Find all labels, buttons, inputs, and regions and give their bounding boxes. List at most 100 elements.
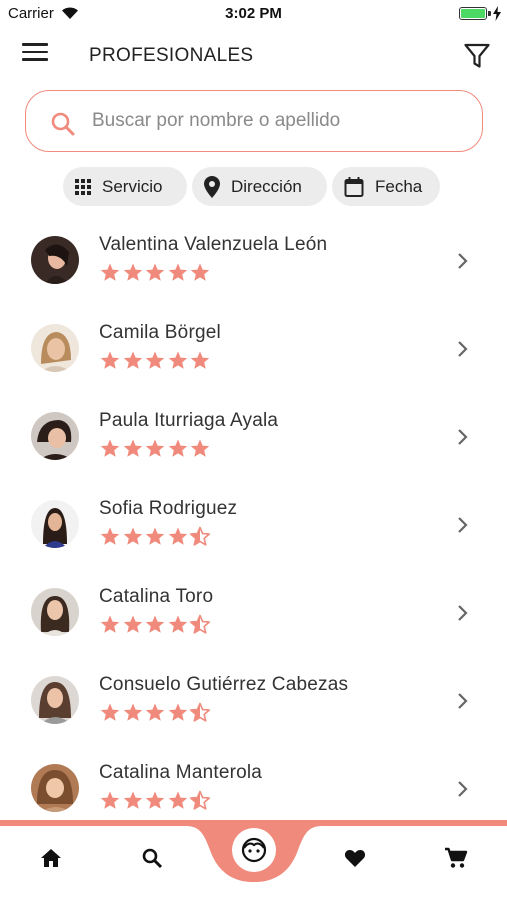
avatar [31, 324, 79, 372]
star-icon [123, 703, 142, 721]
grid-apps-icon [75, 178, 91, 195]
location-pin-icon [204, 175, 220, 198]
star-rating [99, 790, 212, 810]
star-icon [191, 439, 210, 457]
star-icon [168, 791, 187, 809]
avatar [31, 588, 79, 636]
star-icon [100, 527, 120, 545]
professional-row[interactable]: Catalina Toro [0, 568, 507, 656]
star-icon [100, 615, 120, 633]
star-rating [99, 702, 212, 722]
chevron-right-icon [458, 341, 468, 357]
status-time: 3:02 PM [225, 5, 282, 22]
search-icon [142, 848, 163, 869]
professional-name: Consuelo Gutiérrez Cabezas [99, 674, 349, 695]
star-icon [145, 791, 165, 809]
filter-chip-label: Dirección [231, 176, 302, 196]
chevron-right-icon [458, 781, 468, 797]
filter-chip-fecha[interactable]: Fecha [332, 167, 440, 206]
search-icon [51, 112, 75, 136]
star-icon [145, 439, 165, 457]
professional-row[interactable]: Sofia Rodriguez [0, 480, 507, 568]
calendar-icon [344, 176, 364, 197]
home-icon [41, 849, 61, 867]
battery-icon [459, 7, 487, 20]
nav-profile[interactable] [232, 828, 276, 872]
star-icon [168, 615, 187, 633]
face-icon [241, 837, 267, 863]
star-icon [168, 351, 187, 369]
star-icon [145, 615, 165, 633]
star-rating [99, 614, 212, 634]
star-icon [100, 263, 120, 281]
star-rating [99, 350, 212, 370]
star-icon [100, 791, 120, 809]
star-icon [123, 527, 142, 545]
chevron-right-icon [458, 517, 468, 533]
professional-name: Catalina Toro [99, 586, 214, 607]
professional-row[interactable]: Catalina Manterola [0, 744, 507, 832]
professional-name: Catalina Manterola [99, 762, 263, 783]
professional-name: Valentina Valenzuela León [99, 234, 328, 255]
avatar [31, 764, 79, 812]
chevron-right-icon [458, 253, 468, 269]
star-half-icon [190, 702, 211, 722]
nav-home[interactable] [33, 840, 69, 876]
avatar [31, 500, 79, 548]
star-icon [168, 263, 187, 281]
star-icon [191, 351, 210, 369]
star-half-icon [190, 790, 211, 810]
app-header: PROFESIONALES [0, 30, 507, 80]
professional-row[interactable]: Paula Iturriaga Ayala [0, 392, 507, 480]
star-icon [191, 263, 210, 281]
star-half-icon [190, 526, 211, 546]
charging-bolt-icon [493, 6, 501, 21]
professional-row[interactable]: Camila Börgel [0, 304, 507, 392]
star-rating [99, 438, 212, 458]
filter-chip-servicio[interactable]: Servicio [63, 167, 187, 206]
star-icon [168, 439, 187, 457]
star-half-icon [190, 614, 211, 634]
star-icon [100, 351, 120, 369]
nav-favorites[interactable] [337, 840, 373, 876]
chevron-right-icon [458, 605, 468, 621]
star-icon [145, 263, 165, 281]
star-icon [123, 439, 142, 457]
hamburger-menu-icon[interactable] [22, 43, 48, 67]
battery-tip [488, 11, 491, 16]
search-input[interactable] [92, 105, 462, 137]
star-icon [100, 439, 120, 457]
filter-chip-label: Fecha [375, 176, 423, 196]
professional-name: Sofia Rodriguez [99, 498, 238, 519]
nav-cart[interactable] [438, 840, 474, 876]
search-bar[interactable] [25, 90, 483, 152]
funnel-filter-icon[interactable] [463, 42, 491, 70]
star-icon [100, 703, 120, 721]
nav-search[interactable] [134, 840, 170, 876]
star-icon [145, 703, 165, 721]
heart-icon [344, 850, 366, 867]
avatar [31, 412, 79, 460]
star-icon [168, 527, 187, 545]
cart-icon [445, 847, 468, 868]
professional-row[interactable]: Consuelo Gutiérrez Cabezas [0, 656, 507, 744]
bottom-navigation [0, 820, 507, 900]
filter-chip-direccion[interactable]: Dirección [192, 167, 327, 206]
status-bar: Carrier 3:02 PM [0, 0, 507, 28]
star-icon [123, 791, 142, 809]
avatar [31, 236, 79, 284]
chevron-right-icon [458, 693, 468, 709]
star-icon [123, 263, 142, 281]
page-title: PROFESIONALES [89, 45, 254, 66]
star-icon [145, 351, 165, 369]
professional-name: Paula Iturriaga Ayala [99, 410, 279, 431]
star-icon [123, 351, 142, 369]
filter-chips: Servicio Dirección Fecha [0, 167, 507, 207]
star-rating [99, 526, 212, 546]
chevron-right-icon [458, 429, 468, 445]
star-icon [168, 703, 187, 721]
star-icon [145, 527, 165, 545]
professional-row[interactable]: Valentina Valenzuela León [0, 216, 507, 304]
star-icon [123, 615, 142, 633]
professional-name: Camila Börgel [99, 322, 221, 343]
